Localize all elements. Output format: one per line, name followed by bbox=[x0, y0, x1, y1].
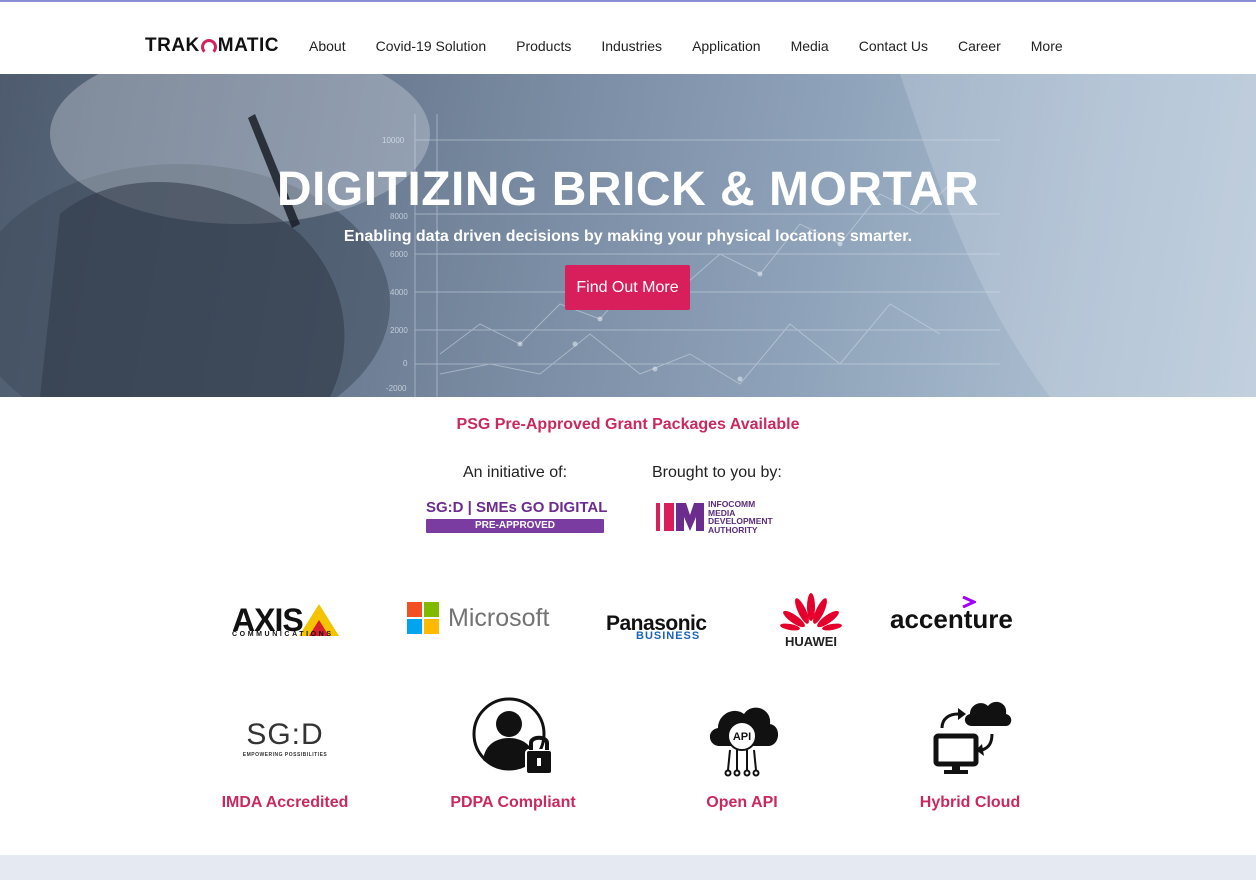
huawei-logo[interactable]: HUAWEI bbox=[780, 585, 842, 649]
sgd-badge-title: SG:D | SMEs GO DIGITAL bbox=[426, 499, 608, 516]
chart-tick: 6000 bbox=[390, 250, 408, 259]
imda-text: INFOCOMM MEDIA DEVELOPMENT AUTHORITY bbox=[708, 499, 773, 535]
nav-products[interactable]: Products bbox=[516, 38, 571, 54]
hero-subtitle: Enabling data driven decisions by making… bbox=[343, 228, 913, 245]
feature-pdpa-compliant: PDPA Compliant bbox=[423, 696, 603, 812]
api-cloud-icon: API bbox=[709, 707, 779, 777]
sgd-badge-bar: PRE-APPROVED bbox=[426, 519, 604, 533]
nav-application[interactable]: Application bbox=[692, 38, 761, 54]
chart-tick: 10000 bbox=[382, 136, 405, 145]
logo-ring-icon bbox=[200, 39, 217, 55]
main-nav: About Covid-19 Solution Products Industr… bbox=[309, 38, 1093, 54]
feature-open-api: API Open API bbox=[652, 696, 832, 812]
panasonic-logo[interactable]: Panasonic BUSINESS bbox=[606, 604, 730, 644]
accenture-text: accenture bbox=[890, 604, 1013, 634]
chart-tick: 0 bbox=[403, 359, 408, 368]
chart-tick: -2000 bbox=[386, 384, 407, 393]
nav-covid-solution[interactable]: Covid-19 Solution bbox=[376, 38, 487, 54]
nav-contact-us[interactable]: Contact Us bbox=[859, 38, 928, 54]
accenture-logo[interactable]: accenture bbox=[890, 596, 1013, 635]
huawei-text: HUAWEI bbox=[785, 634, 837, 649]
sgd-empowering-logo: SG:D EMPOWERING POSSIBILITIES bbox=[195, 696, 375, 780]
feature-label: Open API bbox=[706, 794, 778, 811]
initiative-label: An initiative of: bbox=[463, 464, 568, 481]
brought-by-label: Brought to you by: bbox=[652, 464, 782, 481]
feature-label: PDPA Compliant bbox=[450, 794, 576, 811]
microsoft-logo[interactable]: Microsoft bbox=[407, 602, 549, 634]
nav-industries[interactable]: Industries bbox=[601, 38, 662, 54]
trakomatic-logo[interactable]: TRAK MATIC bbox=[145, 35, 280, 56]
nav-media[interactable]: Media bbox=[791, 38, 829, 54]
panasonic-subtitle: BUSINESS bbox=[636, 630, 701, 642]
feature-imda-accredited: SG:D EMPOWERING POSSIBILITIES IMDA Accre… bbox=[195, 696, 375, 812]
nav-about[interactable]: About bbox=[309, 38, 346, 54]
microsoft-text: Microsoft bbox=[448, 603, 550, 632]
footer-band bbox=[0, 855, 1256, 880]
nav-more[interactable]: More bbox=[1031, 38, 1063, 54]
logo-text-right: MATIC bbox=[217, 35, 280, 56]
nav-career[interactable]: Career bbox=[958, 38, 1001, 54]
sgd-pre-approved-badge[interactable]: SG:D | SMEs GO DIGITAL PRE-APPROVED bbox=[426, 499, 608, 533]
axis-logo[interactable]: AXIS COMMUNICATIONS bbox=[232, 596, 356, 644]
logo-text-left: TRAK bbox=[145, 35, 200, 56]
sgd-logo-text: SG:D bbox=[246, 718, 324, 751]
microsoft-squares-icon bbox=[407, 602, 439, 634]
hybrid-cloud-icon bbox=[933, 701, 1012, 774]
feature-hybrid-cloud: Hybrid Cloud bbox=[880, 696, 1060, 812]
psg-grant-headline: PSG Pre-Approved Grant Packages Availabl… bbox=[456, 416, 800, 433]
site-header: TRAK MATIC About Covid-19 Solution Produ… bbox=[0, 2, 1256, 74]
chart-tick: 2000 bbox=[390, 326, 408, 335]
feature-label: Hybrid Cloud bbox=[919, 794, 1021, 811]
sgd-logo-tagline: EMPOWERING POSSIBILITIES bbox=[242, 752, 328, 758]
hero-title: DIGITIZING BRICK & MORTAR bbox=[276, 163, 980, 216]
hero-banner: 10000 8000 6000 4000 2000 0 -2000 DIGITI… bbox=[0, 74, 1256, 397]
user-lock-icon bbox=[472, 697, 553, 775]
feature-label: IMDA Accredited bbox=[221, 794, 349, 811]
api-icon-text: API bbox=[733, 731, 751, 743]
imda-mark-icon bbox=[656, 503, 704, 531]
chart-tick: 4000 bbox=[390, 288, 408, 297]
axis-subtitle: COMMUNICATIONS bbox=[232, 631, 334, 638]
find-out-more-button[interactable]: Find Out More bbox=[565, 265, 690, 310]
imda-logo[interactable]: INFOCOMM MEDIA DEVELOPMENT AUTHORITY bbox=[656, 500, 773, 534]
